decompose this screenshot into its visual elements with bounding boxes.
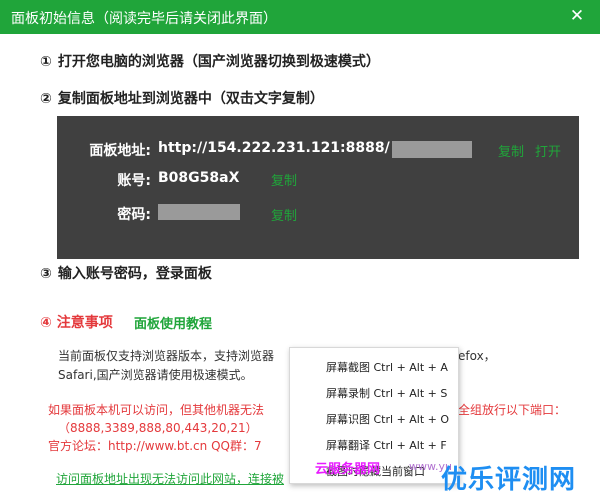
watermark-brand: 优乐评测网 [441,465,577,495]
close-icon[interactable]: ✕ [568,7,586,25]
window-title: 面板初始信息（阅读完毕后请关闭此界面） [11,11,277,27]
menu-item-label: 屏幕识图 Ctrl + Alt + O [326,413,450,426]
password-label: 密码: [117,207,151,223]
step-number: ① [40,54,52,70]
account-value[interactable]: B08G58aX [158,170,239,186]
menu-item-label: 屏幕截图 Ctrl + Alt + A [326,361,448,374]
port-warning-line-1: 如果面板本机可以访问，但其他机器无法 [48,403,265,417]
account-label: 账号: [117,173,151,189]
step-text: 输入账号密码，登录面板 [57,266,212,282]
redacted-address-suffix [392,141,472,158]
port-warning-line-1-tail: 全组放行以下端口： [458,403,567,417]
panel-tutorial-link[interactable]: 面板使用教程 [134,313,212,332]
port-list: （8888,3389,888,80,443,20,21） [58,421,258,435]
notice-title: ④ 注意事项 [40,312,113,332]
step-number: ② [40,91,52,107]
address-value[interactable]: http://154.222.231.121:8888/ [158,140,390,156]
window-titlebar: 面板初始信息（阅读完毕后请关闭此界面） ✕ [0,0,600,34]
menu-item-screen-record[interactable]: 屏幕录制 Ctrl + Alt + S [290,379,458,405]
copy-password-button[interactable]: 复制 [271,205,297,224]
troubleshoot-link[interactable]: 访问面板地址出现无法访问此网站，连接被 [56,470,284,487]
browser-support-line-1-tail: efox， [458,349,496,363]
step-text: 打开您电脑的浏览器（国产浏览器切换到极速模式） [57,54,380,70]
step-text: 复制面板地址到浏览器中（双击文字复制） [57,91,324,107]
browser-support-line-2: Safari,国产浏览器请使用极速模式。 [58,368,253,382]
open-address-button[interactable]: 打开 [535,141,561,160]
copy-address-button[interactable]: 复制 [498,141,524,160]
address-label: 面板地址: [89,143,151,159]
menu-item-label: 屏幕翻译 Ctrl + Alt + F [326,439,447,452]
notice-number: ④ [40,315,52,331]
browser-support-line-1: 当前面板仅支持浏览器版本，支持浏览器 [58,349,275,363]
forum-qq-info: 官方论坛：http://www.bt.cn QQ群：7 [48,439,262,453]
menu-item-screen-capture[interactable]: 屏幕截图 Ctrl + Alt + A [290,353,458,379]
menu-item-screen-ocr[interactable]: 屏幕识图 Ctrl + Alt + O [290,405,458,431]
credentials-panel: 面板地址: http://154.222.231.121:8888/ 复制 打开… [57,116,579,259]
watermark-small: 云服务器网 [315,462,381,477]
step-2: ② 复制面板地址到浏览器中（双击文字复制） [40,88,324,108]
redacted-password [158,204,240,220]
notice-heading: 注意事项 [56,315,113,331]
menu-item-screen-translate[interactable]: 屏幕翻译 Ctrl + Alt + F [290,431,458,457]
step-3: ③ 输入账号密码，登录面板 [40,263,212,283]
step-1: ① 打开您电脑的浏览器（国产浏览器切换到极速模式） [40,51,380,71]
copy-account-button[interactable]: 复制 [271,170,297,189]
step-number: ③ [40,266,52,282]
menu-item-label: 屏幕录制 Ctrl + Alt + S [326,387,448,400]
